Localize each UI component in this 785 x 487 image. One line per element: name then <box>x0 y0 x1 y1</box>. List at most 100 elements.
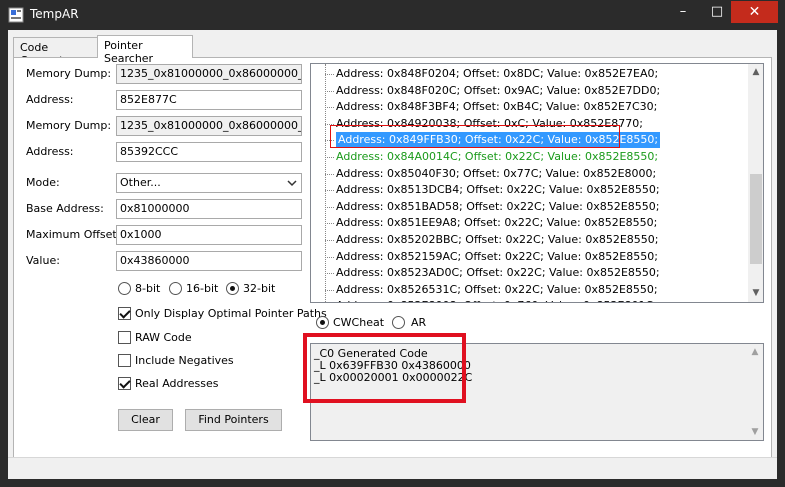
result-row-text: Address: 0x848F020C; Offset: 0x9AC; Valu… <box>336 83 661 97</box>
result-row[interactable]: Address: 0x8526531C; Offset: 0x22C; Valu… <box>325 282 658 298</box>
result-row-text: Address: 0x848F0204; Offset: 0x8DC; Valu… <box>336 67 659 80</box>
address-label-1: Address: <box>26 93 74 106</box>
minimize-icon: – <box>679 4 687 19</box>
chevron-down-icon <box>287 180 297 187</box>
tree-branch <box>325 223 334 225</box>
app-window: TempAR – □ ✕ Code Converter Pointer Sear… <box>0 0 785 487</box>
scroll-down-icon[interactable]: ▼ <box>747 426 763 438</box>
title-bar: TempAR – □ ✕ <box>0 0 785 30</box>
memory-dump-label-2: Memory Dump: <box>26 119 112 132</box>
mode-select-value: Other... <box>120 176 161 189</box>
result-row[interactable]: Address: 0x851BAD58; Offset: 0x22C; Valu… <box>325 199 660 215</box>
result-row[interactable]: Address: 0x85202BBC; Offset: 0x22C; Valu… <box>325 232 659 248</box>
result-row[interactable]: Address: 0x851EE9A8; Offset: 0x22C; Valu… <box>325 215 658 231</box>
tree-branch <box>325 190 334 192</box>
value-label: Value: <box>26 254 60 267</box>
radio-16-bit-label: 16-bit <box>186 282 219 295</box>
client-area: Code Converter Pointer Searcher Memory D… <box>8 30 777 479</box>
tree-branch <box>325 206 334 208</box>
result-row[interactable]: Address: 0x852159AC; Offset: 0x22C; Valu… <box>325 249 658 265</box>
result-row[interactable]: Address: 0x85040F30; Offset: 0x77C; Valu… <box>325 166 657 182</box>
scroll-up-icon[interactable]: ▲ <box>747 346 763 358</box>
result-row-text: Address: 0x85202BBC; Offset: 0x22C; Valu… <box>336 233 659 246</box>
result-row-text: Address: 0x852E8008; Offset: 0x760; Valu… <box>336 299 657 302</box>
tree-branch <box>325 273 334 275</box>
real-addresses-label: Real Addresses <box>135 377 219 390</box>
radio-8-bit-label: 8-bit <box>135 282 161 295</box>
result-row[interactable]: Address: 0x8513DCB4; Offset: 0x22C; Valu… <box>325 182 660 198</box>
include-negatives-label: Include Negatives <box>135 354 234 367</box>
mode-label: Mode: <box>26 176 60 189</box>
result-row-text: Address: 0x852159AC; Offset: 0x22C; Valu… <box>336 249 658 263</box>
result-row-text: Address: 0x84A0014C; Offset: 0x22C; Valu… <box>336 150 659 163</box>
result-row-text: Address: 0x848F3BF4; Offset: 0xB4C; Valu… <box>336 100 658 114</box>
memory-dump-label-1: Memory Dump: <box>26 67 112 80</box>
result-row[interactable]: Address: 0x848F020C; Offset: 0x9AC; Valu… <box>325 83 661 99</box>
status-bar <box>8 457 777 479</box>
tree-branch <box>325 289 334 291</box>
radio-ar[interactable] <box>392 316 405 329</box>
result-row[interactable]: Address: 0x852E8008; Offset: 0x760; Valu… <box>336 298 657 302</box>
result-row-text: Address: 0x851BAD58; Offset: 0x22C; Valu… <box>336 199 660 213</box>
result-row[interactable]: Address: 0x84A0014C; Offset: 0x22C; Valu… <box>325 149 659 165</box>
max-offset-label: Maximum Offset: <box>26 228 121 241</box>
tree-branch <box>325 157 334 158</box>
address-field-1[interactable]: 852E877C <box>116 90 302 110</box>
tree-branch <box>325 173 334 175</box>
radio-8-bit[interactable] <box>118 282 131 295</box>
close-button[interactable]: ✕ <box>731 1 778 23</box>
radio-16-bit[interactable] <box>169 282 182 295</box>
clear-button[interactable]: Clear <box>118 409 173 431</box>
radio-cwcheat[interactable] <box>316 316 329 329</box>
minimize-button[interactable]: – <box>666 1 700 23</box>
result-row[interactable]: Address: 0x848F3BF4; Offset: 0xB4C; Valu… <box>325 99 658 115</box>
window-title: TempAR <box>30 7 79 21</box>
maximize-icon: □ <box>710 4 724 19</box>
scroll-down-icon[interactable]: ▼ <box>748 285 763 302</box>
result-row-text: Address: 0x85040F30; Offset: 0x77C; Valu… <box>336 166 657 180</box>
output-annotation-box <box>303 333 466 403</box>
scroll-up-icon[interactable]: ▲ <box>748 64 763 81</box>
tree-branch <box>325 107 334 109</box>
tree-branch <box>325 90 334 92</box>
tab-pointer-searcher[interactable]: Pointer Searcher <box>97 35 193 65</box>
value-field[interactable]: 0x43860000 <box>116 251 302 271</box>
raw-code-label: RAW Code <box>135 331 192 344</box>
result-row[interactable]: Address: 0x848F0204; Offset: 0x8DC; Valu… <box>325 66 659 82</box>
tree-branch <box>325 256 334 258</box>
result-row-text: Address: 0x851EE9A8; Offset: 0x22C; Valu… <box>336 216 658 230</box>
tree-connector <box>325 64 326 302</box>
find-pointers-button[interactable]: Find Pointers <box>185 409 282 431</box>
raw-code-checkbox[interactable] <box>118 331 131 344</box>
result-row[interactable]: Address: 0x8523AD0C; Offset: 0x22C; Valu… <box>325 265 660 281</box>
scroll-thumb[interactable] <box>750 174 762 264</box>
result-row-text: Address: 0x8526531C; Offset: 0x22C; Valu… <box>336 282 658 296</box>
selection-annotation-box <box>330 125 620 148</box>
optimal-paths-label: Only Display Optimal Pointer Paths <box>135 307 327 320</box>
max-offset-field[interactable]: 0x1000 <box>116 225 302 245</box>
mode-select[interactable]: Other... <box>116 173 302 193</box>
radio-ar-label: AR <box>411 316 427 329</box>
tree-branch <box>325 74 334 75</box>
address-field-2[interactable]: 85392CCC <box>116 142 302 162</box>
close-icon: ✕ <box>748 4 761 20</box>
tree-branch <box>325 240 334 241</box>
radio-32-bit[interactable] <box>226 282 239 295</box>
result-row-text: Address: 0x8523AD0C; Offset: 0x22C; Valu… <box>336 266 660 280</box>
results-scrollbar[interactable]: ▲ ▼ <box>748 64 763 302</box>
tab-code-converter[interactable]: Code Converter <box>13 37 98 67</box>
maximize-button[interactable]: □ <box>700 1 734 23</box>
base-address-label: Base Address: <box>26 202 104 215</box>
address-label-2: Address: <box>26 145 74 158</box>
radio-32-bit-label: 32-bit <box>243 282 276 295</box>
real-addresses-checkbox[interactable] <box>118 377 131 390</box>
output-scrollbar[interactable]: ▲ ▼ <box>747 344 763 440</box>
memory-dump-field-1[interactable]: 1235_0x81000000_0x86000000_0.bin <box>116 64 302 84</box>
base-address-field[interactable]: 0x81000000 <box>116 199 302 219</box>
results-tree[interactable]: Address: 0x848F0204; Offset: 0x8DC; Valu… <box>310 63 764 303</box>
optimal-paths-checkbox[interactable] <box>118 307 131 320</box>
include-negatives-checkbox[interactable] <box>118 354 131 367</box>
app-icon <box>8 7 24 23</box>
pointer-searcher-panel: Memory Dump: 1235_0x81000000_0x86000000_… <box>13 57 772 479</box>
memory-dump-field-2[interactable]: 1235_0x81000000_0x86000000_1.bin <box>116 116 302 136</box>
